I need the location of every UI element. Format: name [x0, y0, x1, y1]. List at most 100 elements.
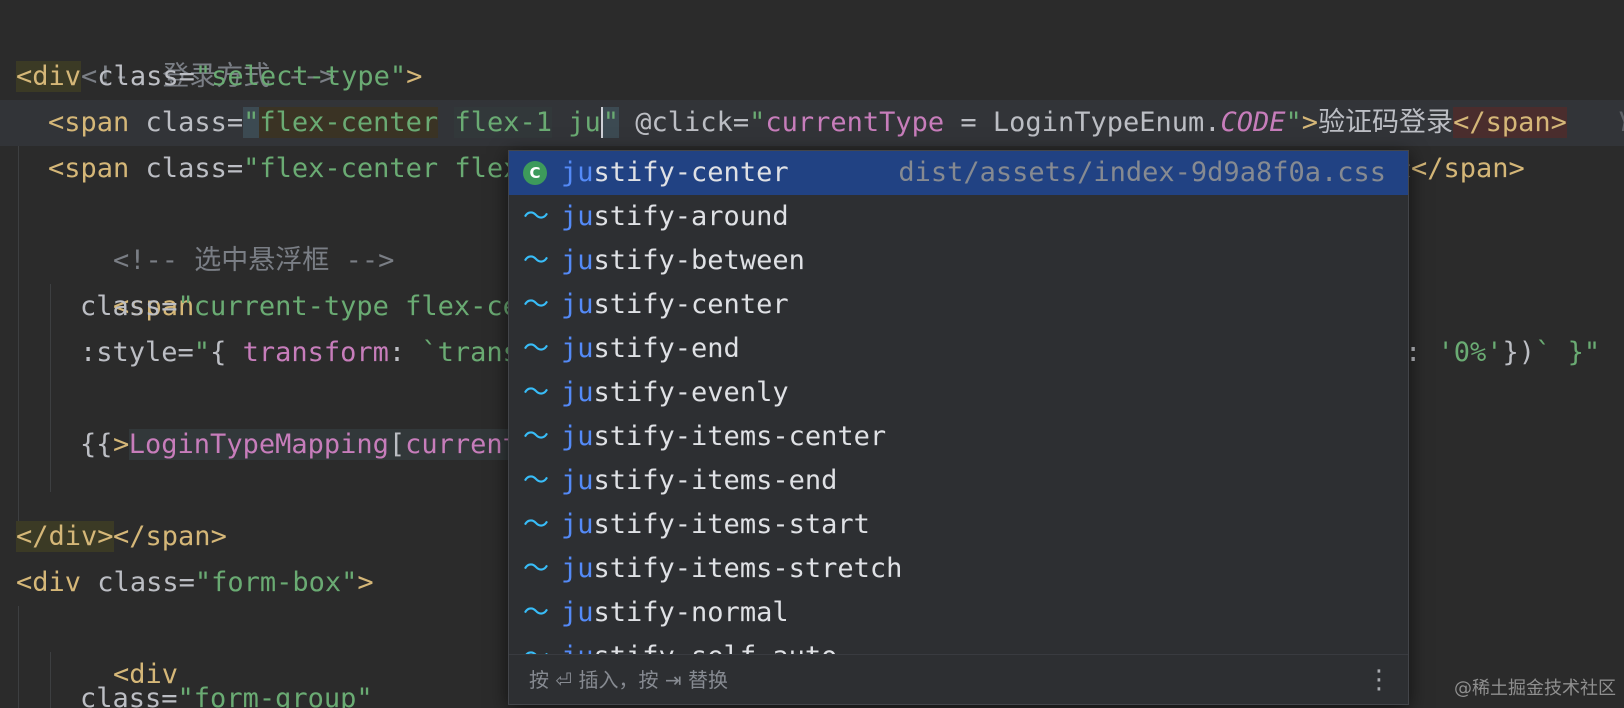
completion-item[interactable]: 〜 justify-items-stretch — [509, 547, 1408, 591]
completion-item-label: justify-items-center — [561, 415, 886, 459]
completion-match-prefix: ju — [561, 641, 594, 654]
attr-value: "select-type" — [194, 61, 407, 92]
attr-name: class= — [80, 683, 178, 708]
tag-name: div — [32, 567, 82, 598]
completion-popup[interactable]: Cjustify-center dist/assets/index-9d9a8f0… — [508, 150, 1409, 705]
attr-value: "flex-center flex — [243, 153, 520, 184]
completion-item[interactable]: 〜 justify-around — [509, 195, 1408, 239]
template-literal: `trans — [421, 337, 519, 368]
completion-item-rest: stify-items-start — [593, 509, 870, 540]
code-line-tail: : '0%'})` }" — [1405, 330, 1624, 376]
completion-item-label: justify-normal — [561, 591, 789, 635]
completion-list[interactable]: Cjustify-center dist/assets/index-9d9a8f0… — [509, 151, 1408, 654]
completion-match-prefix: ju — [561, 333, 594, 364]
completion-item-selected[interactable]: Cjustify-center dist/assets/index-9d9a8f0… — [509, 151, 1408, 195]
completion-item-label: justify-end — [561, 327, 740, 371]
completion-item[interactable]: 〜 justify-items-start — [509, 503, 1408, 547]
tag-bracket: < — [48, 153, 65, 184]
tailwind-icon: 〜 — [523, 334, 550, 364]
class-token: flex-1 — [454, 107, 552, 138]
completion-match-prefix: ju — [561, 465, 594, 496]
quote: " — [749, 107, 766, 138]
completion-item[interactable]: 〜 justify-self-auto — [509, 635, 1408, 654]
completion-item-label: justify-center — [561, 151, 789, 195]
colon: : — [388, 337, 422, 368]
completion-item-label: justify-items-end — [561, 459, 837, 503]
attr-value: "form-group" — [177, 683, 373, 708]
completion-item-rest: stify-self-auto — [594, 641, 838, 654]
completion-item[interactable]: 〜 justify-center — [509, 283, 1408, 327]
completion-item-rest: stify-center — [593, 157, 789, 188]
quote-match: " — [602, 107, 620, 138]
closing-tag: </span> — [1453, 107, 1567, 138]
code-line-current[interactable]: <span class="flex-center flex-1 ju" @cli… — [0, 100, 1624, 146]
attr-name: class= — [129, 153, 244, 184]
completion-item-rest: stify-items-end — [593, 465, 838, 496]
completion-item[interactable]: 〜 justify-items-end — [509, 459, 1408, 503]
code-editor[interactable]: <!-- 登录方式 --> <div class="select-type"> … — [0, 0, 1624, 708]
completion-footer-hint: 按 ⏎ 插入，按 ⇥ 替换 — [529, 668, 728, 692]
tag-bracket: > — [1301, 107, 1319, 138]
attr-name: class= — [81, 567, 195, 598]
completion-footer: 按 ⏎ 插入，按 ⇥ 替换 ⋮ — [509, 654, 1408, 704]
tag-bracket: > — [406, 61, 423, 92]
brace: { — [210, 337, 243, 368]
completion-match-prefix: ju — [561, 201, 594, 232]
completion-match-prefix: ju — [561, 509, 594, 540]
completion-item[interactable]: 〜 justify-evenly — [509, 371, 1408, 415]
inline-hint: Yo — [1617, 107, 1624, 138]
quote-match: " — [243, 107, 260, 138]
completion-item[interactable]: 〜 justify-between — [509, 239, 1408, 283]
tag-bracket: < — [16, 61, 33, 92]
attr-value: "current-type flex-ce — [177, 291, 519, 322]
tag-bracket: < — [48, 107, 65, 138]
template-end: ` } — [1535, 337, 1584, 368]
completion-item[interactable]: 〜 justify-items-center — [509, 415, 1408, 459]
completion-match-prefix: ju — [561, 245, 594, 276]
completion-item-rest: stify-normal — [593, 597, 789, 628]
code-line[interactable]: <!-- 登录方式 --> — [0, 8, 1624, 92]
quote: " — [193, 337, 211, 368]
completion-item-label: justify-between — [561, 239, 805, 283]
quote: " — [1583, 337, 1601, 368]
completion-item-rest: stify-center — [593, 289, 789, 320]
closing-tag: </div> — [16, 521, 114, 552]
text-content: 验证码登录 — [1318, 107, 1454, 138]
completion-item-source: dist/assets/index-9d9a8f0a.css — [898, 157, 1386, 188]
enum-constant: CODE — [1220, 107, 1286, 138]
code-line-tail: 录</span> — [1384, 146, 1584, 192]
completion-item-rest: stify-evenly — [593, 377, 789, 408]
quote: " — [1285, 107, 1302, 138]
tailwind-icon: 〜 — [523, 290, 550, 320]
identifier: current — [405, 429, 519, 460]
expression: }) — [1502, 337, 1536, 368]
completion-item-rest: stify-items-stretch — [593, 553, 903, 584]
completion-item[interactable]: 〜 justify-normal — [509, 591, 1408, 635]
object-key: transform — [242, 337, 389, 368]
tailwind-icon: 〜 — [523, 466, 550, 496]
bracket: [ — [388, 429, 406, 460]
tailwind-icon: 〜 — [523, 202, 550, 232]
tailwind-icon: 〜 — [523, 598, 550, 628]
more-options-icon[interactable]: ⋮ — [1366, 655, 1392, 704]
tag-name: div — [32, 61, 82, 92]
string-literal: '0%' — [1437, 337, 1503, 368]
completion-item-label: justify-around — [561, 195, 789, 239]
tailwind-icon: 〜 — [523, 422, 550, 452]
class-token: flex-center — [259, 107, 439, 138]
closing-tag: </span> — [1411, 153, 1525, 184]
code-line[interactable]: <div class="select-type"> — [0, 54, 1624, 100]
completion-item-label: justify-center — [561, 283, 789, 327]
tag-bracket: < — [16, 567, 33, 598]
attr-name: class= — [81, 61, 195, 92]
typed-prefix: ju — [568, 107, 601, 138]
completion-item-rest: stify-end — [593, 333, 740, 364]
completion-item[interactable]: 〜 justify-end — [509, 327, 1408, 371]
completion-item-rest: stify-between — [593, 245, 805, 276]
colon: : — [1405, 337, 1438, 368]
completion-item-rest: stify-around — [593, 201, 789, 232]
tailwind-icon: 〜 — [523, 644, 549, 654]
tailwind-icon: 〜 — [523, 554, 550, 584]
